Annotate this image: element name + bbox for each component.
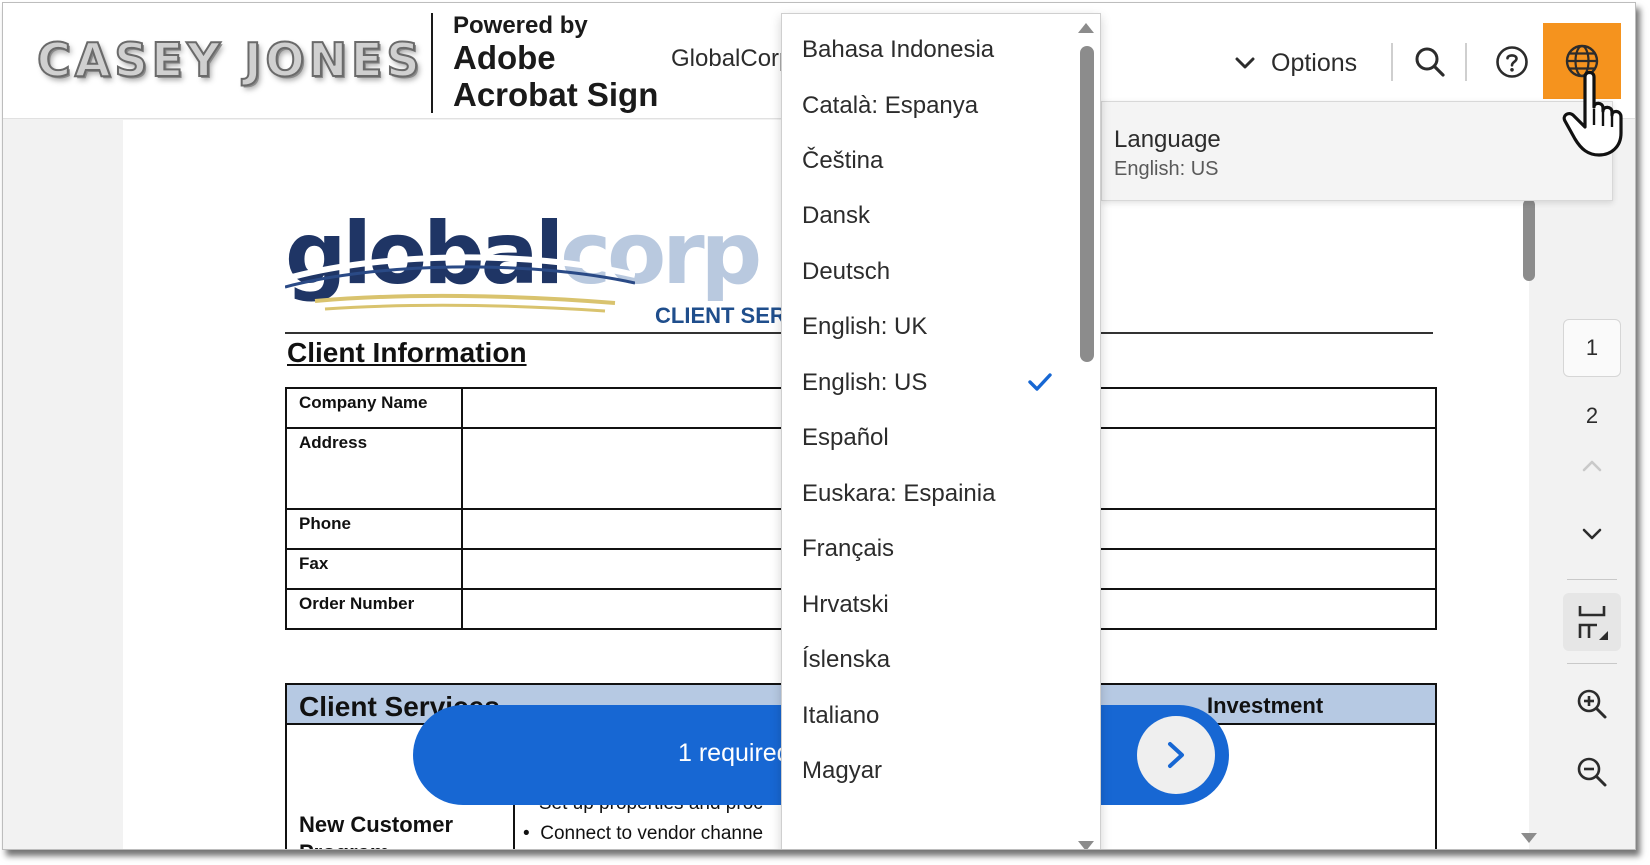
chevron-right-icon — [1168, 742, 1184, 768]
language-option-selected[interactable]: English: US — [782, 354, 1074, 412]
next-field-button[interactable] — [1137, 716, 1215, 794]
help-button[interactable] — [1491, 41, 1533, 83]
brand-logo: CASEY JONES — [36, 32, 424, 88]
language-option[interactable]: Dansk — [782, 187, 1074, 245]
language-option[interactable]: Hrvatski — [782, 576, 1074, 634]
hand-cursor-icon — [1562, 70, 1623, 157]
language-tooltip-current: English: US — [1114, 158, 1219, 180]
zoom-in-icon — [1577, 689, 1607, 719]
fit-page-button[interactable] — [1563, 593, 1621, 651]
chevron-down-icon — [1235, 57, 1255, 69]
zoom-in-button[interactable] — [1563, 675, 1621, 733]
service-name-line1: New Customer — [299, 812, 454, 837]
options-button[interactable]: Options — [1235, 43, 1357, 83]
language-option[interactable]: Español — [782, 409, 1074, 467]
language-option[interactable]: Bahasa Indonesia — [782, 21, 1074, 79]
triangle-down-icon[interactable] — [1077, 839, 1095, 850]
chevron-up-icon — [1582, 460, 1602, 472]
previous-page-button[interactable] — [1563, 437, 1621, 495]
app-window: CASEY JONES Powered by Adobe Acrobat Sig… — [2, 2, 1636, 850]
triangle-up-icon[interactable] — [1077, 21, 1095, 35]
acrobat-sign-label: Acrobat Sign — [453, 75, 659, 113]
triangle-down-icon — [1521, 833, 1537, 843]
options-label: Options — [1271, 48, 1358, 77]
help-icon — [1496, 46, 1528, 78]
address-label: Address — [285, 427, 463, 510]
language-option[interactable]: Íslenska — [782, 631, 1074, 689]
phone-label: Phone — [285, 508, 463, 550]
language-option[interactable]: Euskara: Espainia — [782, 465, 1074, 523]
language-option[interactable]: Català: Espanya — [782, 77, 1074, 135]
next-page-button[interactable] — [1563, 505, 1621, 563]
service-name: New Customer Program — [299, 811, 454, 849]
powered-by-label: Powered by — [453, 12, 588, 39]
order-number-label: Order Number — [285, 588, 463, 630]
service-name-line2: Program — [299, 839, 453, 849]
language-option-label: English: US — [802, 369, 928, 396]
required-fields-text: 1 required — [678, 739, 791, 767]
chevron-down-icon — [1582, 528, 1602, 540]
language-menu-scrollbar[interactable] — [1072, 14, 1100, 850]
search-icon — [1415, 47, 1445, 77]
header-separator — [1465, 43, 1467, 81]
header-separator — [1391, 43, 1393, 81]
logo-swoosh-icon — [285, 254, 635, 313]
language-option[interactable]: Français — [782, 520, 1074, 578]
language-option[interactable]: Čeština — [782, 132, 1074, 190]
rail-divider — [1567, 663, 1617, 664]
language-tooltip: Language English: US — [1101, 101, 1613, 201]
fit-page-icon — [1578, 606, 1608, 640]
checkmark-icon — [1028, 373, 1052, 391]
document-scroll-down-button[interactable] — [1520, 831, 1538, 849]
adobe-label: Adobe — [453, 38, 556, 76]
document-title: GlobalCorp — [671, 45, 793, 72]
document-scrollbar-thumb[interactable] — [1523, 199, 1535, 281]
globalcorp-logo: globalcorp — [285, 199, 762, 323]
language-tooltip-title: Language — [1114, 126, 1221, 153]
bullet-text: Connect to vendor channe — [540, 823, 764, 844]
page-1-button[interactable]: 1 — [1563, 319, 1621, 377]
language-option[interactable]: English: UK — [782, 298, 1074, 356]
client-information-heading: Client Information — [287, 337, 527, 368]
language-option[interactable]: Italiano — [782, 687, 1074, 745]
investment-heading: Investment — [1207, 693, 1324, 718]
language-option[interactable]: Magyar — [782, 742, 1074, 800]
powered-by-adobe-sign: Powered by Adobe Acrobat Sign — [453, 12, 673, 114]
rail-divider — [1567, 579, 1617, 580]
document-subtitle: CLIENT SERV — [655, 303, 801, 328]
language-menu[interactable]: Bahasa Indonesia Català: Espanya Čeština… — [781, 13, 1101, 850]
zoom-out-icon — [1577, 757, 1607, 787]
company-name-label: Company Name — [285, 387, 463, 429]
zoom-out-button[interactable] — [1563, 743, 1621, 801]
language-option[interactable]: Deutsch — [782, 243, 1074, 301]
header-divider — [431, 13, 433, 113]
fax-label: Fax — [285, 548, 463, 590]
list-item: • Connect to vendor channe — [523, 823, 764, 844]
search-button[interactable] — [1409, 41, 1451, 83]
language-menu-scroll-thumb[interactable] — [1080, 46, 1094, 362]
